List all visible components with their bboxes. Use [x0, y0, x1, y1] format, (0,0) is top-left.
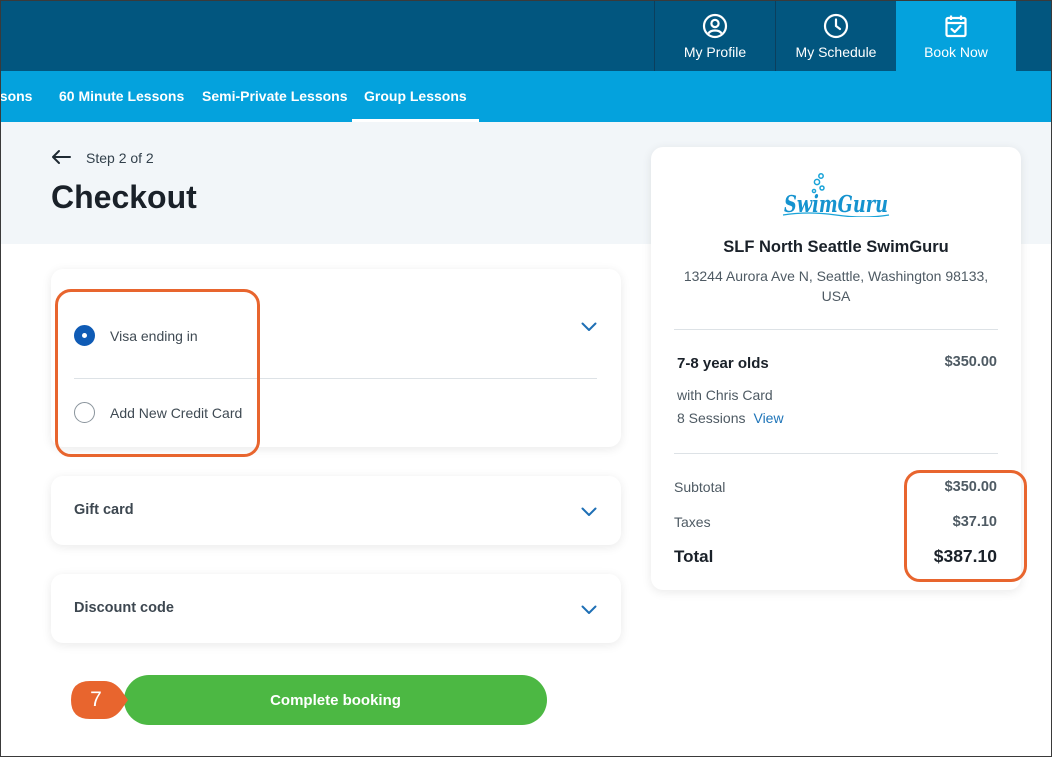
swimguru-logo: SwimGuru — [782, 173, 890, 217]
radio-button[interactable] — [74, 402, 95, 423]
divider — [674, 453, 998, 454]
calendar-check-icon — [945, 15, 967, 38]
session-count: 8 Sessions View — [677, 410, 784, 426]
nav-my-profile[interactable]: My Profile — [654, 0, 775, 71]
back-arrow-icon[interactable] — [50, 148, 72, 166]
view-sessions-link[interactable]: View — [753, 410, 783, 426]
discount-code-label: Discount code — [74, 600, 174, 616]
page-title: Checkout — [51, 179, 197, 215]
nav-book-now[interactable]: Book Now — [896, 0, 1016, 71]
discount-code-section[interactable]: Discount code — [51, 574, 621, 643]
class-name: 7-8 year olds — [677, 355, 769, 372]
chevron-down-icon[interactable] — [581, 605, 597, 615]
subtotal-value: $350.00 — [944, 479, 997, 495]
tab-private-lessons[interactable]: ssons — [0, 71, 32, 122]
order-summary-card: SwimGuru SLF North Seattle SwimGuru 1324… — [651, 147, 1021, 590]
divider — [674, 329, 998, 330]
user-circle-icon — [702, 13, 728, 39]
instructor-name: with Chris Card — [677, 387, 773, 403]
payment-option-visa[interactable]: Visa ending in — [74, 325, 198, 346]
payment-option-label: Add New Credit Card — [110, 404, 243, 421]
chevron-down-icon[interactable] — [581, 507, 597, 517]
step-marker-number: 7 — [90, 688, 102, 711]
tab-group-lessons[interactable]: Group Lessons — [352, 71, 479, 122]
payment-option-label: Visa ending in — [110, 327, 198, 344]
tab-60-minute-lessons[interactable]: 60 Minute Lessons — [59, 71, 184, 122]
main-nav: My Profile My Schedule Book Now — [654, 0, 1016, 71]
taxes-value: $37.10 — [952, 514, 997, 530]
top-header: My Profile My Schedule Book Now — [0, 0, 1052, 71]
nav-my-schedule[interactable]: My Schedule — [775, 0, 896, 71]
gift-card-label: Gift card — [74, 502, 134, 518]
nav-label: Book Now — [924, 44, 988, 60]
payment-option-new-card[interactable]: Add New Credit Card — [74, 402, 242, 423]
divider — [74, 378, 597, 379]
class-price: $350.00 — [944, 354, 997, 370]
session-count-text: 8 Sessions — [677, 410, 746, 426]
complete-booking-button[interactable]: Complete booking — [124, 675, 547, 725]
clock-icon — [823, 13, 849, 39]
payment-method-card: Visa ending in Add New Credit Card — [51, 269, 621, 447]
total-label: Total — [674, 547, 714, 566]
tab-semi-private-lessons[interactable]: Semi-Private Lessons — [202, 71, 348, 122]
step-indicator: Step 2 of 2 — [86, 150, 154, 166]
taxes-label: Taxes — [674, 514, 711, 530]
lesson-tabs: ssons 60 Minute Lessons Semi-Private Les… — [0, 71, 1052, 122]
gift-card-section[interactable]: Gift card — [51, 476, 621, 545]
chevron-down-icon[interactable] — [581, 322, 597, 332]
total-value: $387.10 — [933, 546, 997, 566]
location-address: 13244 Aurora Ave N, Seattle, Washington … — [683, 268, 989, 304]
radio-button-selected[interactable] — [74, 325, 95, 346]
subtotal-label: Subtotal — [674, 479, 726, 495]
nav-label: My Schedule — [795, 44, 877, 60]
location-name: SLF North Seattle SwimGuru — [723, 238, 949, 256]
nav-label: My Profile — [683, 44, 747, 60]
